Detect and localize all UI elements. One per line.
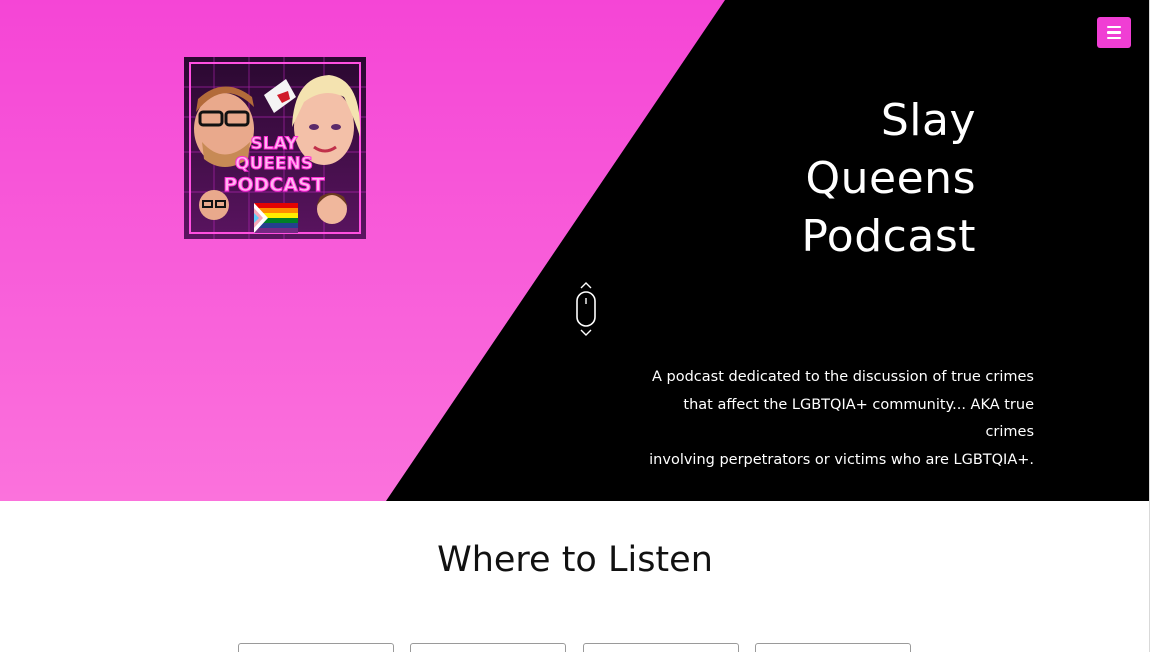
cover-text-slay: SLAY xyxy=(251,134,299,154)
listen-platform-button[interactable] xyxy=(755,643,911,652)
listen-platform-button[interactable] xyxy=(583,643,739,652)
hamburger-icon-bar xyxy=(1107,31,1121,34)
cover-text-queens: QUEENS xyxy=(235,154,313,174)
cover-text-podcast: PODCAST xyxy=(223,174,324,196)
podcast-cover-image: SLAY QUEENS PODCAST xyxy=(184,57,366,239)
listen-platform-button[interactable] xyxy=(238,643,394,652)
title-line: Queens xyxy=(805,153,976,204)
podcast-title: Slay Queens Podcast xyxy=(801,92,976,266)
hero-section: SLAY QUEENS PODCAST Slay Queens Podcast … xyxy=(0,0,1150,501)
podcast-description: A podcast dedicated to the discussion of… xyxy=(634,364,1034,474)
description-line: involving perpetrators or victims who ar… xyxy=(649,451,1034,468)
where-to-listen-heading: Where to Listen xyxy=(437,540,713,580)
title-line: Slay xyxy=(880,95,976,146)
description-line: that affect the LGBTQIA+ community... AK… xyxy=(683,396,1034,441)
hamburger-menu-button[interactable] xyxy=(1097,17,1131,48)
mouse-scroll-icon[interactable] xyxy=(573,280,599,338)
title-line: Podcast xyxy=(801,211,976,262)
listen-platform-button[interactable] xyxy=(410,643,566,652)
hamburger-icon-bar xyxy=(1107,36,1121,40)
hamburger-icon xyxy=(1107,25,1121,29)
description-line: A podcast dedicated to the discussion of… xyxy=(652,369,1034,385)
